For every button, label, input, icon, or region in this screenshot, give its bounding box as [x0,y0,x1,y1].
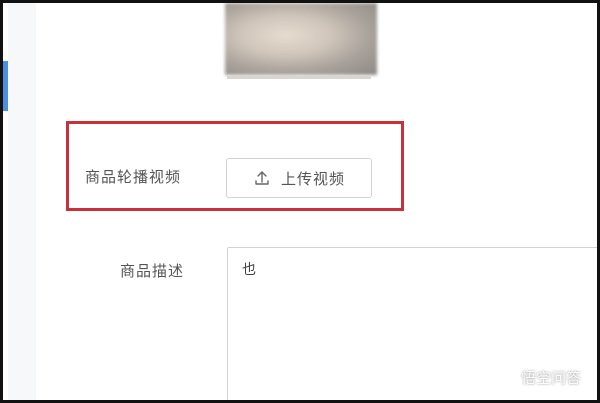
description-field-label: 商品描述 [120,262,185,280]
upload-video-button-label: 上传视频 [280,169,345,188]
upload-video-button[interactable]: 上传视频 [226,158,372,198]
product-image-thumbnail[interactable] [225,3,377,75]
video-field-label: 商品轮播视频 [85,168,182,186]
wukong-watermark: 悟空问答 [495,366,581,388]
upload-arrow-icon [255,171,269,185]
thumbnail-shadow [227,75,371,79]
watermark-text: 悟空问答 [520,368,581,387]
left-sidebar-strip [8,3,36,400]
product-edit-form: 商品轮播视频 上传视频 商品描述 也 悟空问答 [0,0,600,403]
description-text-value: 也 [242,262,256,278]
active-nav-indicator [3,61,8,111]
wukong-logo-icon [496,367,516,387]
